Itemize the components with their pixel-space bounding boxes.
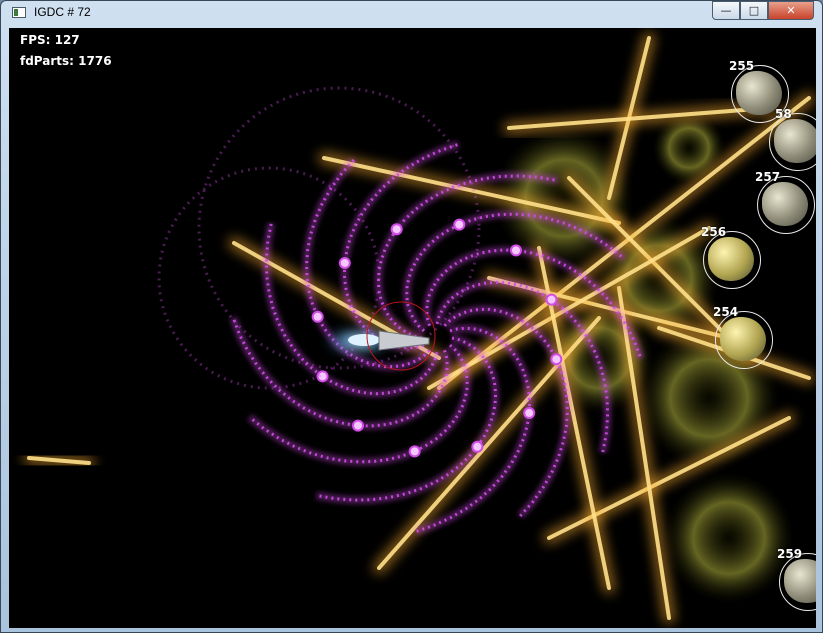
window-title: IGDC # 72 [34,5,91,19]
enemy-hp: 255 [729,59,755,73]
game-scene [23,32,815,624]
enemy-hp: 58 [775,107,792,121]
close-icon: ✕ [786,4,796,17]
game-window: IGDC # 72 — □ ✕ FPS: 127 fdParts: 1776 2… [0,0,823,633]
target-ring [769,113,816,171]
particle-head [352,419,365,432]
spiral-ring [197,86,481,370]
target-ring [703,231,761,289]
enemy-hp: 259 [777,547,803,561]
particle-head [509,244,522,257]
game-viewport[interactable]: FPS: 127 fdParts: 1776 255 58 257 256 25… [9,28,816,628]
particle-counter: fdParts: 1776 [20,54,112,68]
particle-head [453,218,466,231]
app-window-icon[interactable] [12,7,26,18]
target-ring [779,553,816,611]
particle-head [523,407,536,420]
enemy-asteroid: 256 [701,225,761,289]
title-bar[interactable]: IGDC # 72 — □ ✕ [1,1,822,26]
enemy-asteroid: 259 [777,547,816,611]
enemy-hp: 256 [701,225,727,239]
particle-head [338,256,351,269]
blast-cloud [664,473,794,603]
maximize-button[interactable]: □ [740,1,768,20]
particle-head [311,310,324,323]
target-ring [757,176,815,234]
particle-head [408,445,421,458]
particle-head [471,440,484,453]
enemy-hp: 254 [713,305,739,319]
enemy-asteroid: 254 [713,305,773,369]
minimize-button[interactable]: — [712,1,740,20]
enemy-asteroid: 58 [769,107,816,171]
maximize-icon: □ [748,4,760,17]
close-button[interactable]: ✕ [768,1,814,20]
streak-core [507,106,771,130]
enemy-asteroid: 257 [755,170,815,234]
target-ring [715,311,773,369]
fps-counter: FPS: 127 [20,33,80,47]
enemy-hp: 257 [755,170,781,184]
particle-head [545,293,558,306]
particle-head [550,353,563,366]
minimize-icon: — [720,4,732,17]
particle-head [390,223,403,236]
